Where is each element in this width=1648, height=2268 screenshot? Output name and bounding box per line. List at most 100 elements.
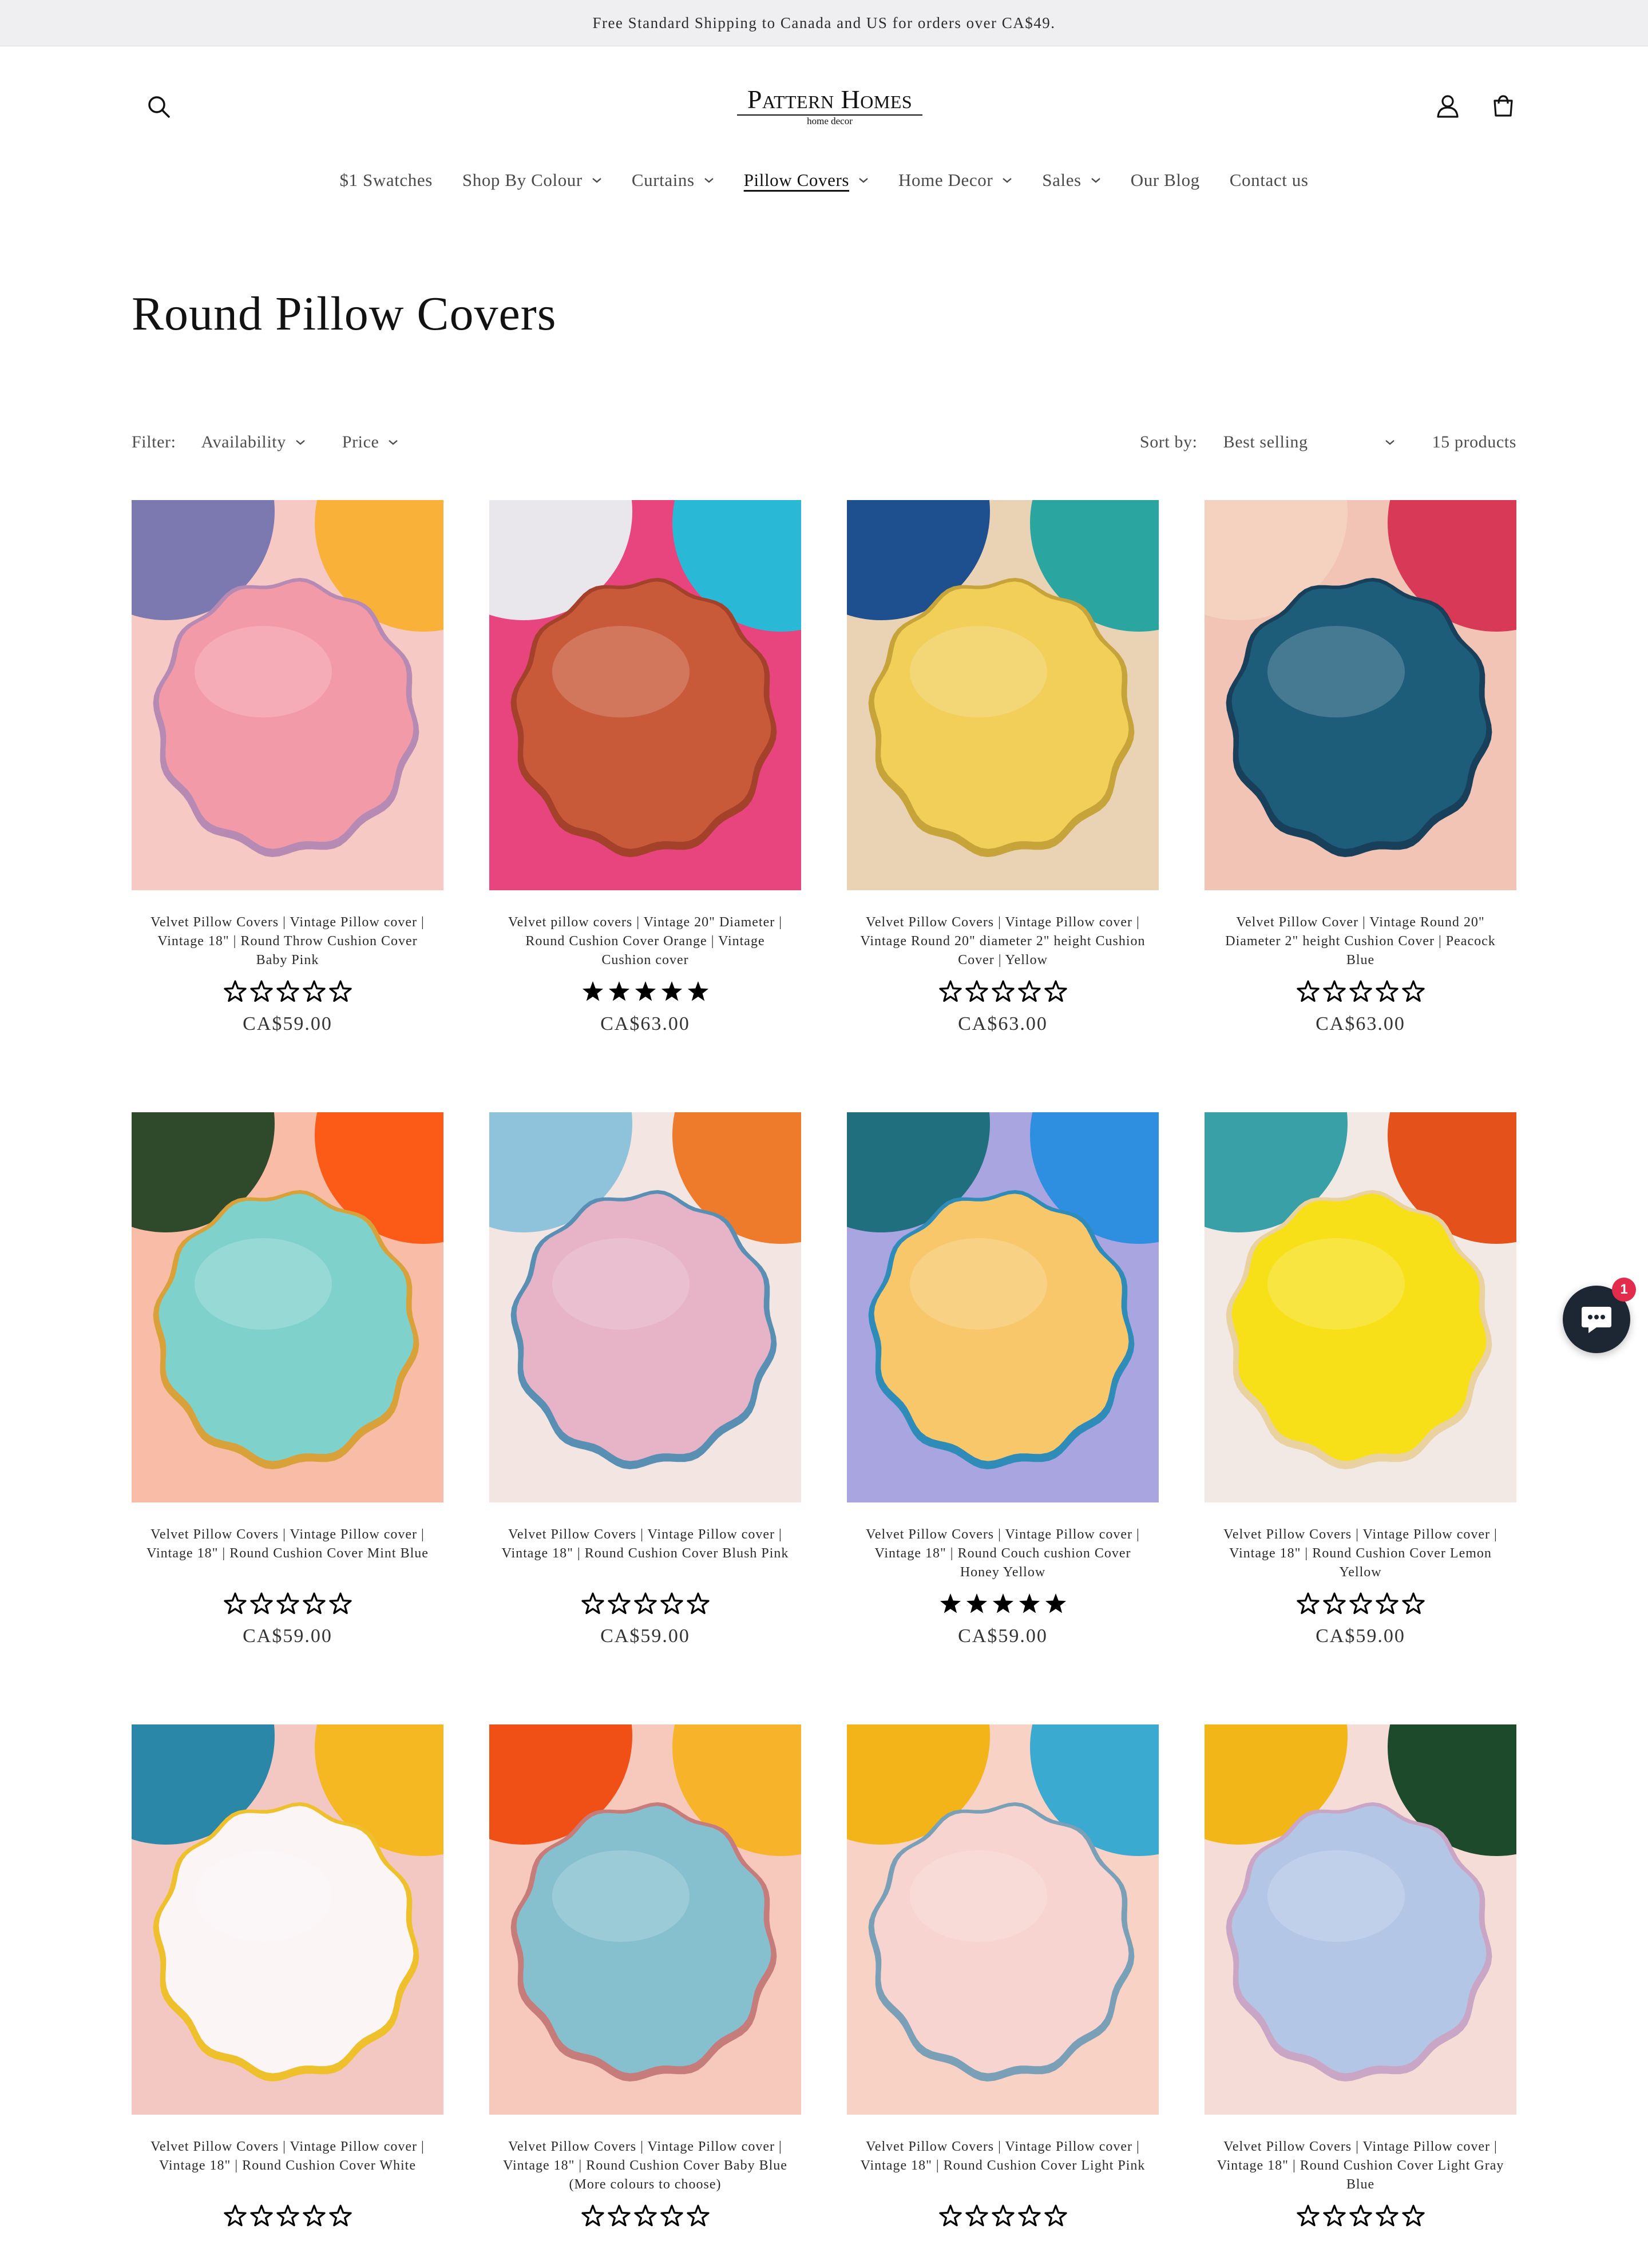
product-card[interactable]: Velvet Pillow Covers | Vintage Pillow co… xyxy=(847,1724,1159,2268)
nav-sales[interactable]: Sales xyxy=(1042,170,1100,191)
rating-stars xyxy=(489,980,801,1003)
product-title[interactable]: Velvet Pillow Covers | Vintage Pillow co… xyxy=(857,913,1148,970)
chevron-down-icon xyxy=(858,177,869,184)
product-image[interactable] xyxy=(132,1112,443,1502)
product-card[interactable]: Velvet Pillow Covers | Vintage Pillow co… xyxy=(489,1724,801,2268)
star-outline-icon xyxy=(686,1592,710,1614)
product-title[interactable]: Velvet Pillow Covers | Vintage Pillow co… xyxy=(500,1525,791,1582)
product-card[interactable]: Velvet Pillow Covers | Vintage Pillow co… xyxy=(132,1112,443,1656)
rating-stars xyxy=(489,2204,801,2227)
product-image[interactable] xyxy=(1205,1724,1516,2115)
star-outline-icon xyxy=(249,1592,273,1614)
product-title[interactable]: Velvet Pillow Cover | Vintage Round 20" … xyxy=(1215,913,1506,970)
product-image[interactable] xyxy=(847,500,1159,890)
nav-shop-by-colour[interactable]: Shop By Colour xyxy=(462,170,602,191)
product-price: CA$59.00 xyxy=(243,1013,332,1034)
product-title[interactable]: Velvet Pillow Covers | Vintage Pillow co… xyxy=(1215,1525,1506,1582)
nav-pillow-covers[interactable]: Pillow Covers xyxy=(744,170,869,191)
star-outline-icon xyxy=(223,1592,247,1614)
product-title[interactable]: Velvet Pillow Covers | Vintage Pillow co… xyxy=(142,1525,433,1582)
product-title[interactable]: Velvet Pillow Covers | Vintage Pillow co… xyxy=(142,913,433,970)
product-title[interactable]: Velvet Pillow Covers | Vintage Pillow co… xyxy=(1215,2138,1506,2194)
star-outline-icon xyxy=(1296,2204,1320,2226)
star-outline-icon xyxy=(965,2204,988,2226)
filter-availability[interactable]: Availability xyxy=(201,433,306,452)
rating-stars xyxy=(1205,980,1516,1003)
star-outline-icon xyxy=(1044,2204,1067,2226)
product-image[interactable] xyxy=(489,1724,801,2115)
cart-icon[interactable] xyxy=(1486,89,1520,123)
product-card[interactable]: Velvet Pillow Covers | Vintage Pillow co… xyxy=(132,1724,443,2268)
filter-bar: Filter: Availability Price Sort by: Best… xyxy=(132,428,1516,457)
product-card[interactable]: Velvet pillow covers | Vintage 20" Diame… xyxy=(489,500,801,1044)
star-outline-icon xyxy=(686,2204,710,2226)
star-outline-icon xyxy=(1296,1592,1320,1614)
nav-curtains[interactable]: Curtains xyxy=(632,170,714,191)
star-outline-icon xyxy=(660,2204,683,2226)
main-nav: $1 Swatches Shop By Colour Curtains Pill… xyxy=(0,166,1648,195)
chevron-down-icon xyxy=(1091,177,1101,184)
account-icon[interactable] xyxy=(1431,89,1465,123)
nav-swatches[interactable]: $1 Swatches xyxy=(339,170,432,191)
product-card[interactable]: Velvet Pillow Covers | Vintage Pillow co… xyxy=(847,500,1159,1044)
search-icon[interactable] xyxy=(142,90,176,124)
nav-contact-us[interactable]: Contact us xyxy=(1230,170,1309,191)
star-outline-icon xyxy=(1017,2204,1041,2226)
star-outline-icon xyxy=(1349,1592,1372,1614)
filter-price[interactable]: Price xyxy=(342,433,399,452)
star-filled-icon xyxy=(1019,1593,1040,1613)
announcement-bar: Free Standard Shipping to Canada and US … xyxy=(0,0,1648,46)
product-title[interactable]: Velvet pillow covers | Vintage 20" Diame… xyxy=(500,913,791,970)
product-image[interactable] xyxy=(1205,500,1516,890)
product-image[interactable] xyxy=(132,500,443,890)
product-image[interactable] xyxy=(132,1724,443,2115)
product-title[interactable]: Velvet Pillow Covers | Vintage Pillow co… xyxy=(857,2138,1148,2194)
product-card[interactable]: Velvet Pillow Covers | Vintage Pillow co… xyxy=(1205,1112,1516,1656)
product-image[interactable] xyxy=(489,500,801,890)
product-image[interactable] xyxy=(1205,1112,1516,1502)
product-title[interactable]: Velvet Pillow Covers | Vintage Pillow co… xyxy=(142,2138,433,2194)
sort-select[interactable]: Best selling xyxy=(1223,433,1395,452)
product-title[interactable]: Velvet Pillow Covers | Vintage Pillow co… xyxy=(500,2138,791,2194)
star-outline-icon xyxy=(633,1592,657,1614)
rating-stars xyxy=(132,2204,443,2227)
product-title[interactable]: Velvet Pillow Covers | Vintage Pillow co… xyxy=(857,1525,1148,1582)
star-outline-icon xyxy=(991,2204,1015,2226)
product-price: CA$63.00 xyxy=(600,1013,690,1034)
nav-home-decor[interactable]: Home Decor xyxy=(898,170,1012,191)
star-outline-icon xyxy=(991,980,1015,1002)
product-image[interactable] xyxy=(489,1112,801,1502)
star-outline-icon xyxy=(1349,2204,1372,2226)
star-outline-icon xyxy=(328,1592,352,1614)
product-price: CA$63.00 xyxy=(958,1013,1048,1034)
product-card[interactable]: Velvet Pillow Cover | Vintage Round 20" … xyxy=(1205,500,1516,1044)
star-outline-icon xyxy=(1322,1592,1346,1614)
nav-our-blog[interactable]: Our Blog xyxy=(1131,170,1200,191)
star-outline-icon xyxy=(1322,2204,1346,2226)
filter-availability-label: Availability xyxy=(201,433,286,451)
product-image[interactable] xyxy=(847,1724,1159,2115)
star-filled-icon xyxy=(687,981,708,1001)
star-outline-icon xyxy=(276,2204,299,2226)
star-filled-icon xyxy=(992,1593,1013,1613)
rating-stars xyxy=(847,1592,1159,1615)
product-image[interactable] xyxy=(847,1112,1159,1502)
product-card[interactable]: Velvet Pillow Covers | Vintage Pillow co… xyxy=(1205,1724,1516,2268)
star-outline-icon xyxy=(965,980,988,1002)
product-price: CA$63.00 xyxy=(1316,1013,1405,1034)
product-card[interactable]: Velvet Pillow Covers | Vintage Pillow co… xyxy=(132,500,443,1044)
product-card[interactable]: Velvet Pillow Covers | Vintage Pillow co… xyxy=(847,1112,1159,1656)
product-card[interactable]: Velvet Pillow Covers | Vintage Pillow co… xyxy=(489,1112,801,1656)
chat-badge: 1 xyxy=(1612,1278,1636,1302)
filter-label: Filter: xyxy=(132,433,176,451)
star-outline-icon xyxy=(1375,1592,1399,1614)
rating-stars xyxy=(132,980,443,1003)
star-outline-icon xyxy=(276,1592,299,1614)
chevron-down-icon xyxy=(1002,177,1012,184)
star-outline-icon xyxy=(1296,980,1320,1002)
star-outline-icon xyxy=(276,980,299,1002)
product-count: 15 products xyxy=(1432,433,1516,451)
chevron-down-icon xyxy=(295,439,306,446)
store-logo[interactable]: Pattern Homes home decor xyxy=(710,86,950,137)
star-filled-icon xyxy=(1045,1593,1066,1613)
